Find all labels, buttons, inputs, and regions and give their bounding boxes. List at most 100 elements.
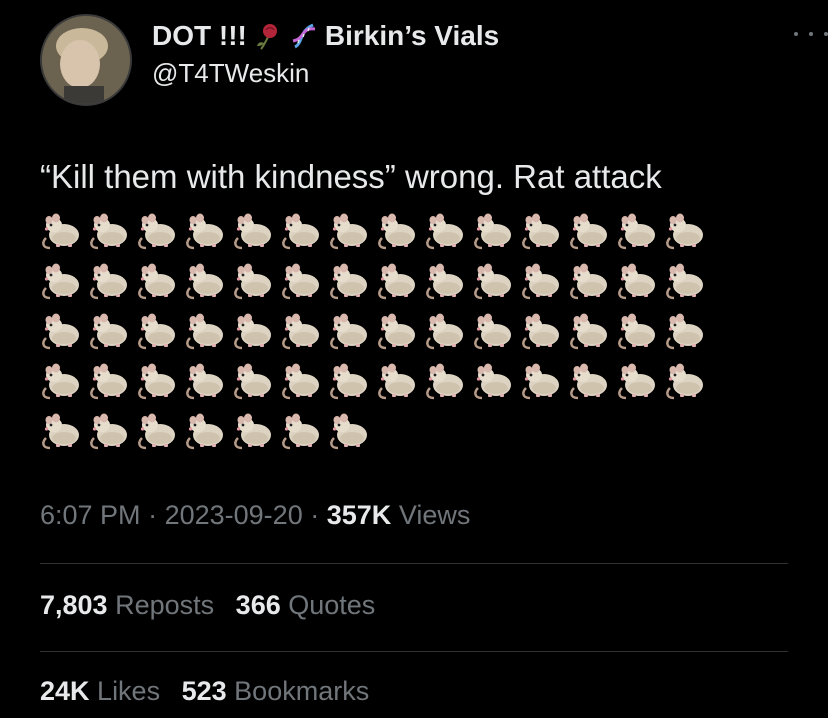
meta-separator: · bbox=[310, 500, 320, 530]
rat-icon bbox=[664, 308, 712, 356]
rat-icon bbox=[424, 258, 472, 306]
rat-icon bbox=[136, 308, 184, 356]
rat-icon bbox=[232, 408, 280, 456]
rat-icon bbox=[616, 358, 664, 406]
rat-icon bbox=[376, 358, 424, 406]
rat-icon bbox=[136, 408, 184, 456]
rat-icon bbox=[520, 258, 568, 306]
rat-icon bbox=[88, 258, 136, 306]
rat-icon bbox=[664, 358, 712, 406]
rat-emoji-row bbox=[40, 258, 800, 308]
rat-icon bbox=[40, 358, 88, 406]
rat-icon bbox=[232, 308, 280, 356]
reposts-stat[interactable]: 7,803 Reposts bbox=[40, 590, 214, 621]
rat-icon bbox=[328, 208, 376, 256]
display-name[interactable]: DOT !!! bbox=[152, 20, 247, 52]
rat-icon bbox=[184, 408, 232, 456]
rat-icon bbox=[520, 208, 568, 256]
rat-icon bbox=[568, 308, 616, 356]
likes-stat[interactable]: 24K Likes bbox=[40, 676, 160, 707]
rat-icon bbox=[184, 258, 232, 306]
rat-icon bbox=[184, 308, 232, 356]
quotes-label: Quotes bbox=[288, 590, 376, 620]
rat-icon bbox=[472, 208, 520, 256]
more-options-button[interactable] bbox=[794, 24, 828, 44]
rat-icon bbox=[280, 208, 328, 256]
rat-icon bbox=[136, 208, 184, 256]
rat-icon bbox=[136, 358, 184, 406]
tweet-time[interactable]: 6:07 PM bbox=[40, 500, 141, 530]
rat-icon bbox=[568, 358, 616, 406]
rat-icon bbox=[568, 258, 616, 306]
rat-icon bbox=[376, 258, 424, 306]
rat-icon bbox=[424, 358, 472, 406]
rat-icon bbox=[376, 208, 424, 256]
reposts-count: 7,803 bbox=[40, 590, 108, 620]
rat-icon bbox=[40, 258, 88, 306]
tweet-meta: 6:07 PM · 2023-09-20 · 357K Views bbox=[40, 500, 470, 531]
rat-icon bbox=[520, 308, 568, 356]
reposts-label: Reposts bbox=[115, 590, 215, 620]
stats-row-reposts: 7,803 Reposts 366 Quotes bbox=[40, 590, 389, 621]
more-dot-icon bbox=[809, 32, 813, 36]
rat-icon bbox=[616, 208, 664, 256]
rat-icon bbox=[568, 208, 616, 256]
rat-icon bbox=[40, 408, 88, 456]
likes-label: Likes bbox=[97, 676, 161, 706]
bookmarks-count: 523 bbox=[181, 676, 227, 706]
bookmarks-stat[interactable]: 523 Bookmarks bbox=[182, 676, 370, 707]
display-name-suffix: Birkin’s Vials bbox=[324, 20, 500, 51]
rat-icon bbox=[328, 408, 376, 456]
meta-separator: · bbox=[148, 500, 158, 530]
divider bbox=[40, 651, 788, 652]
divider bbox=[40, 563, 788, 564]
rat-icon bbox=[40, 308, 88, 356]
rat-icon bbox=[88, 358, 136, 406]
rat-icon bbox=[472, 308, 520, 356]
more-dot-icon bbox=[824, 32, 828, 36]
rat-icon bbox=[328, 258, 376, 306]
rat-icon bbox=[328, 358, 376, 406]
user-handle[interactable]: @T4TWeskin bbox=[152, 58, 499, 89]
rat-icon bbox=[472, 358, 520, 406]
rat-icon bbox=[424, 208, 472, 256]
tweet-header: DOT !!! Birkin’s Vials @T4TWeskin bbox=[40, 14, 828, 106]
rat-icon bbox=[184, 358, 232, 406]
user-names: DOT !!! Birkin’s Vials @T4TWeskin bbox=[152, 18, 499, 89]
rat-icon bbox=[232, 208, 280, 256]
rat-icon bbox=[328, 308, 376, 356]
rat-icon bbox=[616, 258, 664, 306]
rat-icon bbox=[280, 408, 328, 456]
rat-icon bbox=[376, 308, 424, 356]
bookmarks-label: Bookmarks bbox=[234, 676, 370, 706]
display-name-row[interactable]: DOT !!! Birkin’s Vials bbox=[152, 18, 499, 54]
stats-row-likes: 24K Likes 523 Bookmarks bbox=[40, 676, 383, 707]
rat-emoji-row bbox=[40, 208, 800, 258]
rat-icon bbox=[232, 258, 280, 306]
quotes-stat[interactable]: 366 Quotes bbox=[236, 590, 376, 621]
rat-icon bbox=[184, 208, 232, 256]
views-label: Views bbox=[398, 500, 471, 530]
rat-icon bbox=[616, 308, 664, 356]
more-dot-icon bbox=[794, 32, 798, 36]
tweet-date[interactable]: 2023-09-20 bbox=[165, 500, 303, 530]
rat-icon bbox=[88, 208, 136, 256]
rat-icon bbox=[280, 308, 328, 356]
tweet-text: “Kill them with kindness” wrong. Rat att… bbox=[40, 158, 662, 195]
rat-icon bbox=[280, 358, 328, 406]
rat-emoji-block bbox=[40, 208, 800, 458]
rat-icon bbox=[40, 208, 88, 256]
rat-icon bbox=[472, 258, 520, 306]
rat-emoji-row bbox=[40, 408, 800, 458]
rat-icon bbox=[520, 358, 568, 406]
rat-icon bbox=[88, 408, 136, 456]
dna-icon bbox=[289, 21, 319, 51]
quotes-count: 366 bbox=[235, 590, 281, 620]
rat-icon bbox=[664, 208, 712, 256]
likes-count: 24K bbox=[40, 676, 90, 706]
rat-icon bbox=[88, 308, 136, 356]
avatar[interactable] bbox=[40, 14, 132, 106]
rat-icon bbox=[136, 258, 184, 306]
rat-icon bbox=[424, 308, 472, 356]
rat-emoji-row bbox=[40, 308, 800, 358]
